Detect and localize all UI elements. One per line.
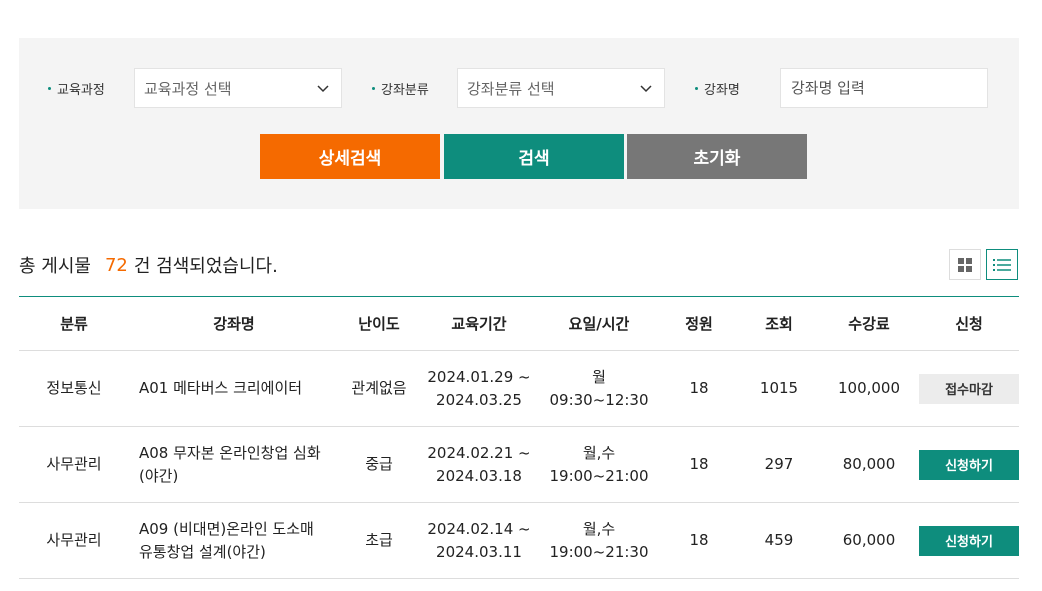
header-apply: 신청 xyxy=(919,296,1019,351)
row-views: 297 xyxy=(739,426,819,503)
grid-view-button[interactable] xyxy=(949,249,981,280)
row-fee: 60,000 xyxy=(819,502,919,579)
closed-status-button: 접수마감 xyxy=(919,373,1019,404)
result-count: 72 xyxy=(104,254,128,276)
category-label: 강좌분류 xyxy=(372,79,429,98)
list-view-button[interactable] xyxy=(986,249,1018,280)
summary-prefix: 총 게시물 xyxy=(19,256,91,277)
row-fee: 80,000 xyxy=(819,426,919,503)
period-end: 2024.03.18 xyxy=(436,466,522,485)
detail-search-button[interactable]: 상세검색 xyxy=(260,134,440,179)
row-period: 2024.02.21 ~ 2024.03.18 xyxy=(419,426,539,503)
course-select[interactable]: 교육과정 선택 xyxy=(134,68,342,108)
header-capacity: 정원 xyxy=(659,296,739,351)
row-views: 459 xyxy=(739,502,819,579)
header-views: 조회 xyxy=(739,296,819,351)
period-start: 2024.01.29 ~ xyxy=(427,367,531,386)
row-course-name[interactable]: A08 무자본 온라인창업 심화(야간) xyxy=(129,426,339,503)
row-category: 정보통신 xyxy=(19,350,129,427)
row-period: 2024.02.14 ~ 2024.03.11 xyxy=(419,502,539,579)
row-category: 사무관리 xyxy=(19,426,129,503)
row-capacity: 18 xyxy=(659,502,739,579)
row-period: 2024.01.29 ~ 2024.03.25 xyxy=(419,350,539,427)
list-view-icon xyxy=(993,258,1011,271)
row-level: 관계없음 xyxy=(339,350,419,427)
header-schedule: 요일/시간 xyxy=(539,296,659,351)
row-capacity: 18 xyxy=(659,426,739,503)
period-start: 2024.02.14 ~ xyxy=(427,519,531,538)
category-select-value: 강좌분류 선택 xyxy=(467,79,555,98)
course-table: 분류 강좌명 난이도 교육기간 요일/시간 정원 조회 수강료 신청 정보통신 … xyxy=(19,296,1019,579)
row-level: 중급 xyxy=(339,426,419,503)
header-period: 교육기간 xyxy=(419,296,539,351)
table-row: 정보통신 A01 메타버스 크리에이터 관계없음 2024.01.29 ~ 20… xyxy=(19,350,1019,427)
course-select-value: 교육과정 선택 xyxy=(144,79,232,98)
table-row: 사무관리 A09 (비대면)온라인 도소매 유통창업 설계(야간) 초급 202… xyxy=(19,502,1019,579)
chevron-down-icon xyxy=(317,85,329,93)
row-level: 초급 xyxy=(339,502,419,579)
apply-button[interactable]: 신청하기 xyxy=(919,525,1019,556)
search-panel: 교육과정 교육과정 선택 강좌분류 강좌분류 선택 강좌명 상세검색 검색 초기… xyxy=(19,38,1019,209)
row-schedule: 월,수 19:00~21:00 xyxy=(539,426,659,503)
chevron-down-icon xyxy=(640,85,652,93)
row-schedule: 월 09:30~12:30 xyxy=(539,350,659,427)
reset-button[interactable]: 초기화 xyxy=(627,134,807,179)
bullet-dot xyxy=(695,87,698,90)
category-select[interactable]: 강좌분류 선택 xyxy=(457,68,665,108)
header-course-name: 강좌명 xyxy=(129,296,339,351)
period-start: 2024.02.21 ~ xyxy=(427,443,531,462)
summary-suffix: 건 검색되었습니다. xyxy=(133,256,278,277)
table-header-row: 분류 강좌명 난이도 교육기간 요일/시간 정원 조회 수강료 신청 xyxy=(19,296,1019,351)
row-apply: 신청하기 xyxy=(919,502,1019,579)
row-category: 사무관리 xyxy=(19,502,129,579)
name-label: 강좌명 xyxy=(695,79,740,98)
row-capacity: 18 xyxy=(659,350,739,427)
bullet-dot xyxy=(372,87,375,90)
row-views: 1015 xyxy=(739,350,819,427)
row-schedule: 월,수 19:00~21:30 xyxy=(539,502,659,579)
category-label-text: 강좌분류 xyxy=(381,83,429,98)
grid-view-icon xyxy=(958,257,972,272)
row-course-name[interactable]: A09 (비대면)온라인 도소매 유통창업 설계(야간) xyxy=(129,502,339,579)
name-label-text: 강좌명 xyxy=(704,83,740,98)
period-end: 2024.03.25 xyxy=(436,390,522,409)
search-button[interactable]: 검색 xyxy=(444,134,624,179)
row-fee: 100,000 xyxy=(819,350,919,427)
apply-button[interactable]: 신청하기 xyxy=(919,449,1019,480)
header-fee: 수강료 xyxy=(819,296,919,351)
course-label-text: 교육과정 xyxy=(57,83,105,98)
result-summary: 총 게시물 72 건 검색되었습니다. xyxy=(19,252,278,278)
schedule-time: 19:00~21:00 xyxy=(549,466,649,485)
row-apply: 접수마감 xyxy=(919,350,1019,427)
period-end: 2024.03.11 xyxy=(436,542,522,561)
bullet-dot xyxy=(48,87,51,90)
header-category[interactable]: 분류 xyxy=(19,296,129,351)
row-course-name[interactable]: A01 메타버스 크리에이터 xyxy=(129,350,339,427)
row-apply: 신청하기 xyxy=(919,426,1019,503)
schedule-time: 19:00~21:30 xyxy=(549,542,649,561)
header-level: 난이도 xyxy=(339,296,419,351)
schedule-days: 월,수 xyxy=(582,443,616,462)
course-label: 교육과정 xyxy=(48,79,105,98)
schedule-days: 월,수 xyxy=(582,519,616,538)
table-row: 사무관리 A08 무자본 온라인창업 심화(야간) 중급 2024.02.21 … xyxy=(19,426,1019,503)
course-name-input[interactable] xyxy=(780,68,988,108)
schedule-days: 월 09:30~12:30 xyxy=(549,367,649,409)
